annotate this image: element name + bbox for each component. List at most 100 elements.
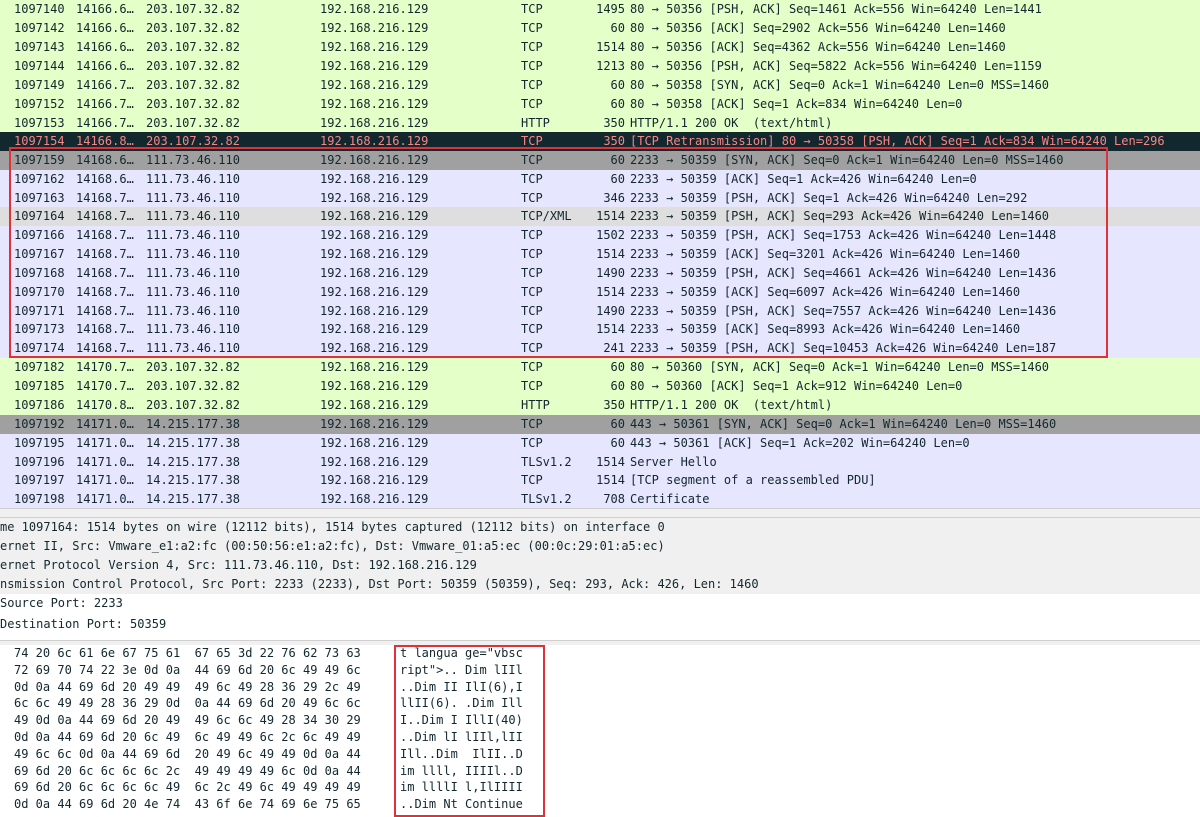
packet-info: 443 → 50361 [SYN, ACK] Seq=0 Ack=1 Win=6… <box>630 417 1057 431</box>
packet-time: 14168.7… <box>76 304 134 318</box>
packet-source: 203.107.32.82 <box>146 97 240 111</box>
packet-row[interactable]: 1097149 14166.7… 203.107.32.82 192.168.216.… <box>0 76 1200 95</box>
packet-destination: 192.168.216.129 <box>320 304 429 318</box>
packet-info: HTTP/1.1 200 OK (text/html) <box>630 398 833 412</box>
packet-row[interactable]: 1097170 14168.7… 111.73.46.110 192.168.216.… <box>0 283 1200 302</box>
packet-number: 1097143 <box>14 40 65 54</box>
packet-protocol: TLSv1.2 <box>521 455 572 469</box>
packet-destination: 192.168.216.129 <box>320 436 429 450</box>
packet-row[interactable]: 1097192 14171.0… 14.215.177.38 192.168.216.… <box>0 415 1200 434</box>
packet-time: 14166.6… <box>76 2 134 16</box>
packet-length: 1502 <box>596 228 625 242</box>
packet-row[interactable]: 1097196 14171.0… 14.215.177.38 192.168.216.… <box>0 453 1200 472</box>
packet-row[interactable]: 1097140 14166.6… 203.107.32.82 192.168.216.… <box>0 0 1200 19</box>
packet-row[interactable]: 1097167 14168.7… 111.73.46.110 192.168.216.… <box>0 245 1200 264</box>
packet-time: 14171.0… <box>76 417 134 431</box>
packet-protocol: TCP <box>521 2 543 16</box>
detail-line[interactable]: ernet Protocol Version 4, Src: 111.73.46… <box>0 556 1200 575</box>
packet-row[interactable]: 1097159 14168.6… 111.73.46.110 192.168.216.… <box>0 151 1200 170</box>
packet-destination: 192.168.216.129 <box>320 97 429 111</box>
packet-row[interactable]: 1097154 14166.8… 203.107.32.82 192.168.216.… <box>0 132 1200 151</box>
packet-destination: 192.168.216.129 <box>320 191 429 205</box>
packet-row[interactable]: 1097198 14171.0… 14.215.177.38 192.168.216.… <box>0 490 1200 508</box>
packet-info: 2233 → 50359 [SYN, ACK] Seq=0 Ack=1 Win=… <box>630 153 1064 167</box>
packet-source: 14.215.177.38 <box>146 492 240 506</box>
packet-number: 1097153 <box>14 116 65 130</box>
packet-source: 111.73.46.110 <box>146 285 240 299</box>
packet-row[interactable]: 1097168 14168.7… 111.73.46.110 192.168.216.… <box>0 264 1200 283</box>
packet-destination: 192.168.216.129 <box>320 322 429 336</box>
packet-row[interactable]: 1097144 14166.6… 203.107.32.82 192.168.216.… <box>0 57 1200 76</box>
packet-row[interactable]: 1097152 14166.7… 203.107.32.82 192.168.216.… <box>0 95 1200 114</box>
detail-line[interactable]: nsmission Control Protocol, Src Port: 22… <box>0 575 1200 594</box>
packet-protocol: TCP <box>521 153 543 167</box>
packet-number: 1097186 <box>14 398 65 412</box>
packet-destination: 192.168.216.129 <box>320 266 429 280</box>
packet-time: 14166.8… <box>76 134 134 148</box>
packet-row[interactable]: 1097174 14168.7… 111.73.46.110 192.168.216.… <box>0 339 1200 358</box>
packet-row[interactable]: 1097173 14168.7… 111.73.46.110 192.168.216.… <box>0 320 1200 339</box>
packet-protocol: TCP <box>521 285 543 299</box>
packet-destination: 192.168.216.129 <box>320 21 429 35</box>
packet-number: 1097195 <box>14 436 65 450</box>
packet-source: 203.107.32.82 <box>146 40 240 54</box>
pane-splitter-top[interactable] <box>0 508 1200 518</box>
packet-row[interactable]: 1097142 14166.6… 203.107.32.82 192.168.216.… <box>0 19 1200 38</box>
hex-bytes[interactable]: 0d 0a 44 69 6d 20 4e 74 43 6f 6e 74 69 6… <box>14 796 361 815</box>
packet-length: 241 <box>603 341 625 355</box>
packet-length: 60 <box>610 153 625 167</box>
packet-number: 1097171 <box>14 304 65 318</box>
packet-protocol: TCP <box>521 78 543 92</box>
packet-number: 1097144 <box>14 59 65 73</box>
packet-time: 14166.6… <box>76 59 134 73</box>
packet-protocol: TLSv1.2 <box>521 492 572 506</box>
packet-destination: 192.168.216.129 <box>320 247 429 261</box>
packet-row[interactable]: 1097171 14168.7… 111.73.46.110 192.168.216.… <box>0 302 1200 321</box>
packet-source: 14.215.177.38 <box>146 417 240 431</box>
packet-length: 1495 <box>596 2 625 16</box>
detail-line[interactable]: Destination Port: 50359 <box>0 615 1200 634</box>
detail-line[interactable]: Source Port: 2233 <box>0 594 1200 613</box>
packet-number: 1097196 <box>14 455 65 469</box>
packet-row[interactable]: 1097185 14170.7… 203.107.32.82 192.168.216.… <box>0 377 1200 396</box>
packet-row[interactable]: 1097162 14168.6… 111.73.46.110 192.168.216.… <box>0 170 1200 189</box>
packet-source: 111.73.46.110 <box>146 322 240 336</box>
packet-destination: 192.168.216.129 <box>320 341 429 355</box>
packet-length: 60 <box>610 417 625 431</box>
packet-row[interactable]: 1097143 14166.6… 203.107.32.82 192.168.216.… <box>0 38 1200 57</box>
packet-protocol: TCP <box>521 247 543 261</box>
packet-info: Server Hello <box>630 455 717 469</box>
packet-row[interactable]: 1097197 14171.0… 14.215.177.38 192.168.216.… <box>0 471 1200 490</box>
packet-info: 443 → 50361 [ACK] Seq=1 Ack=202 Win=6424… <box>630 436 970 450</box>
packet-row[interactable]: 1097195 14171.0… 14.215.177.38 192.168.216.… <box>0 434 1200 453</box>
packet-destination: 192.168.216.129 <box>320 473 429 487</box>
packet-time: 14168.7… <box>76 247 134 261</box>
packet-row[interactable]: 1097182 14170.7… 203.107.32.82 192.168.216.… <box>0 358 1200 377</box>
packet-row[interactable]: 1097186 14170.8… 203.107.32.82 192.168.216.… <box>0 396 1200 415</box>
packet-source: 203.107.32.82 <box>146 2 240 16</box>
detail-line[interactable]: me 1097164: 1514 bytes on wire (12112 bi… <box>0 518 1200 537</box>
packet-info: 80 → 50358 [SYN, ACK] Seq=0 Ack=1 Win=64… <box>630 78 1050 92</box>
packet-time: 14166.6… <box>76 21 134 35</box>
packet-row[interactable]: 1097166 14168.7… 111.73.46.110 192.168.216.… <box>0 226 1200 245</box>
packet-time: 14168.7… <box>76 341 134 355</box>
packet-row[interactable]: 1097164 14168.7… 111.73.46.110 192.168.216.… <box>0 207 1200 226</box>
packet-length: 1514 <box>596 473 625 487</box>
packet-protocol: TCP <box>521 360 543 374</box>
packet-length: 60 <box>610 21 625 35</box>
packet-length: 60 <box>610 78 625 92</box>
packet-list[interactable]: 1097140 14166.6… 203.107.32.82 192.168.216.… <box>0 0 1200 508</box>
detail-line[interactable]: ernet II, Src: Vmware_e1:a2:fc (00:50:56… <box>0 537 1200 556</box>
packet-info: 80 → 50360 [ACK] Seq=1 Ack=912 Win=64240… <box>630 379 963 393</box>
packet-number: 1097174 <box>14 341 65 355</box>
packet-number: 1097168 <box>14 266 65 280</box>
packet-bytes-pane[interactable]: 74 20 6c 61 6e 67 75 61 67 65 3d 22 76 6… <box>0 645 1200 815</box>
ascii-bytes[interactable]: ..Dim Nt Continue <box>400 796 523 815</box>
packet-source: 203.107.32.82 <box>146 379 240 393</box>
packet-row[interactable]: 1097153 14166.7… 203.107.32.82 192.168.216.… <box>0 114 1200 133</box>
packet-info: 2233 → 50359 [PSH, ACK] Seq=1 Ack=426 Wi… <box>630 191 1028 205</box>
packet-row[interactable]: 1097163 14168.7… 111.73.46.110 192.168.216.… <box>0 189 1200 208</box>
packet-protocol: TCP <box>521 40 543 54</box>
packet-length: 1213 <box>596 59 625 73</box>
packet-details-pane[interactable]: me 1097164: 1514 bytes on wire (12112 bi… <box>0 518 1200 640</box>
